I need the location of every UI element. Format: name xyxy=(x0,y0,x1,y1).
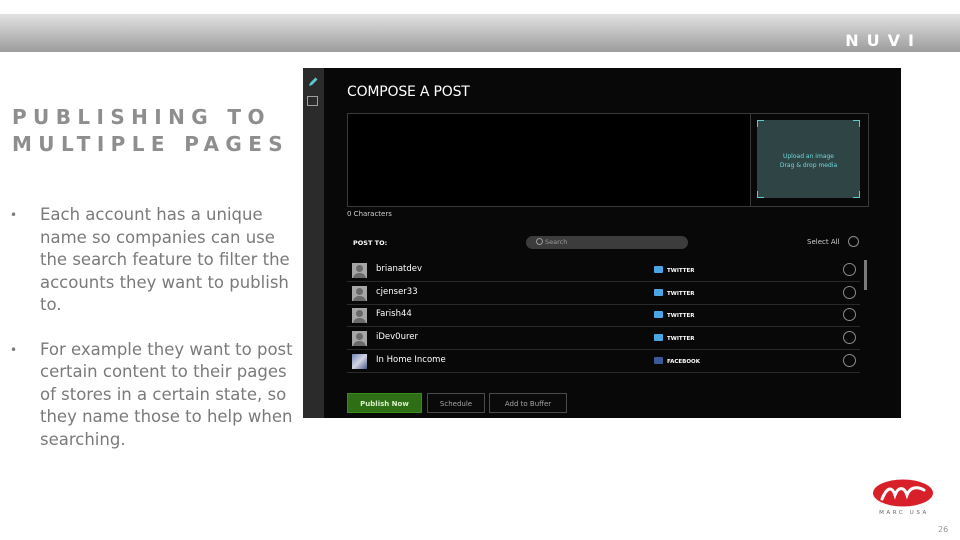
character-count: 0 Characters xyxy=(347,210,392,218)
user-silhouette-icon xyxy=(352,286,367,301)
slide-title: PUBLISHING TO MULTIPLE PAGES xyxy=(12,105,290,156)
facebook-icon xyxy=(654,357,663,364)
account-name: Farish44 xyxy=(376,309,412,319)
frame-corner xyxy=(853,191,860,198)
user-silhouette-icon xyxy=(352,263,367,278)
select-all-radio[interactable] xyxy=(848,236,859,247)
twitter-icon xyxy=(654,289,663,296)
bullet-marker: • xyxy=(10,208,18,222)
account-row[interactable]: iDev0urer TWITTER xyxy=(347,327,860,350)
compose-title: COMPOSE A POST xyxy=(347,84,470,100)
calendar-icon[interactable] xyxy=(307,96,318,106)
brand-name: NUVI xyxy=(845,31,922,50)
account-avatar xyxy=(352,354,367,369)
post-to-label: POST TO: xyxy=(353,239,388,247)
top-header-bar xyxy=(0,14,960,52)
twitter-icon xyxy=(654,334,663,341)
account-row[interactable]: Farish44 TWITTER xyxy=(347,304,860,327)
list-scrollbar[interactable] xyxy=(864,260,867,290)
frame-corner xyxy=(757,120,764,127)
frame-corner xyxy=(853,120,860,127)
account-row[interactable]: cjenser33 TWITTER xyxy=(347,282,860,305)
account-name: iDev0urer xyxy=(376,332,418,342)
network-label: TWITTER xyxy=(667,291,695,297)
compose-post-screenshot: COMPOSE A POST Upload an image Drag & dr… xyxy=(303,68,901,418)
search-placeholder: Search xyxy=(545,238,568,246)
post-text-area[interactable] xyxy=(347,113,751,207)
logo-wordmark: MARC USA xyxy=(879,510,929,516)
account-row[interactable]: brianatdev TWITTER xyxy=(347,259,860,282)
account-search-input[interactable]: Search xyxy=(526,236,688,249)
bullet-marker: • xyxy=(10,342,18,357)
network-label: TWITTER xyxy=(667,336,695,342)
bullet-list: • Each account has a unique name so compa… xyxy=(10,204,295,473)
network-label: TWITTER xyxy=(667,313,695,319)
upload-line-1: Upload an image xyxy=(782,153,834,160)
bullet-text: Each account has a unique name so compan… xyxy=(40,205,290,314)
search-icon xyxy=(536,238,543,245)
twitter-icon xyxy=(654,311,663,318)
account-select-radio[interactable] xyxy=(843,354,856,367)
schedule-button[interactable]: Schedule xyxy=(427,393,485,413)
media-upload-zone[interactable]: Upload an image Drag & drop media xyxy=(750,113,869,207)
account-network: TWITTER xyxy=(654,334,695,342)
app-sidebar xyxy=(303,68,324,418)
select-all-label[interactable]: Select All xyxy=(807,238,840,246)
account-select-radio[interactable] xyxy=(843,308,856,321)
account-name: brianatdev xyxy=(376,264,423,274)
account-row[interactable]: In Home Income FACEBOOK xyxy=(347,350,860,373)
account-name: cjenser33 xyxy=(376,287,418,297)
account-select-radio[interactable] xyxy=(843,263,856,276)
account-select-radio[interactable] xyxy=(843,331,856,344)
account-network: TWITTER xyxy=(654,289,695,297)
account-select-radio[interactable] xyxy=(843,286,856,299)
upload-instructions: Upload an image Drag & drop media xyxy=(757,152,860,170)
frame-corner xyxy=(757,191,764,198)
bullet-item: • Each account has a unique name so compa… xyxy=(10,204,295,317)
user-silhouette-icon xyxy=(352,308,367,323)
account-network: TWITTER xyxy=(654,311,695,319)
page-number: 26 xyxy=(938,525,949,534)
account-network: FACEBOOK xyxy=(654,357,700,365)
account-network: TWITTER xyxy=(654,266,695,274)
media-drop-box[interactable]: Upload an image Drag & drop media xyxy=(757,120,860,198)
bullet-item: • For example they want to post certain c… xyxy=(10,339,295,452)
pencil-icon[interactable] xyxy=(307,76,319,88)
add-to-buffer-button[interactable]: Add to Buffer xyxy=(489,393,567,413)
upload-line-2: Drag & drop media xyxy=(779,162,838,169)
bullet-text: For example they want to post certain co… xyxy=(40,339,293,449)
network-label: FACEBOOK xyxy=(667,359,700,365)
account-name: In Home Income xyxy=(376,355,446,365)
publish-now-button[interactable]: Publish Now xyxy=(347,393,422,413)
twitter-icon xyxy=(654,266,663,273)
account-list: brianatdev TWITTER cjenser33 TWITTER Far… xyxy=(347,259,867,376)
user-silhouette-icon xyxy=(352,331,367,346)
marc-usa-logo xyxy=(873,479,933,507)
network-label: TWITTER xyxy=(667,268,695,274)
